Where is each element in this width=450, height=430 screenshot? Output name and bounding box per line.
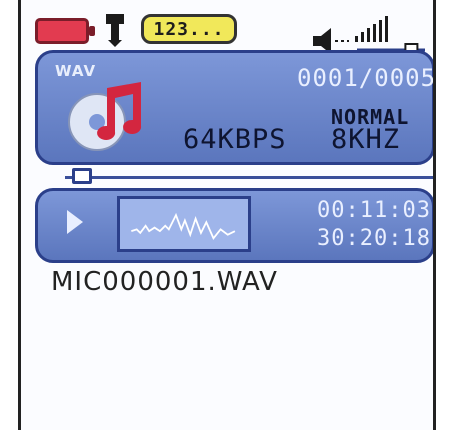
progress-bar[interactable] — [65, 168, 433, 188]
player-screen: 123... WAV 0001/0005 NORMAL 64KBPS 8KHZ — [18, 0, 436, 430]
track-counter: 0001/0005 — [297, 64, 436, 92]
elapsed-time: 00:11:03 — [317, 198, 431, 223]
usb-plug-icon — [106, 14, 124, 47]
battery-icon — [35, 18, 95, 44]
progress-thumb[interactable] — [71, 168, 92, 184]
music-disc-icon — [68, 82, 142, 151]
bitrate: 64KBPS — [183, 124, 287, 155]
play-icon[interactable] — [65, 208, 85, 236]
device-badge: 123... — [141, 14, 237, 44]
total-time: 30:20:18 — [317, 226, 431, 251]
waveform-icon — [117, 196, 251, 252]
sample-rate: 8KHZ — [331, 124, 401, 155]
file-name: MIC000001.WAV — [51, 267, 278, 297]
progress-track — [65, 176, 433, 179]
mode-label: WAV — [55, 62, 97, 80]
